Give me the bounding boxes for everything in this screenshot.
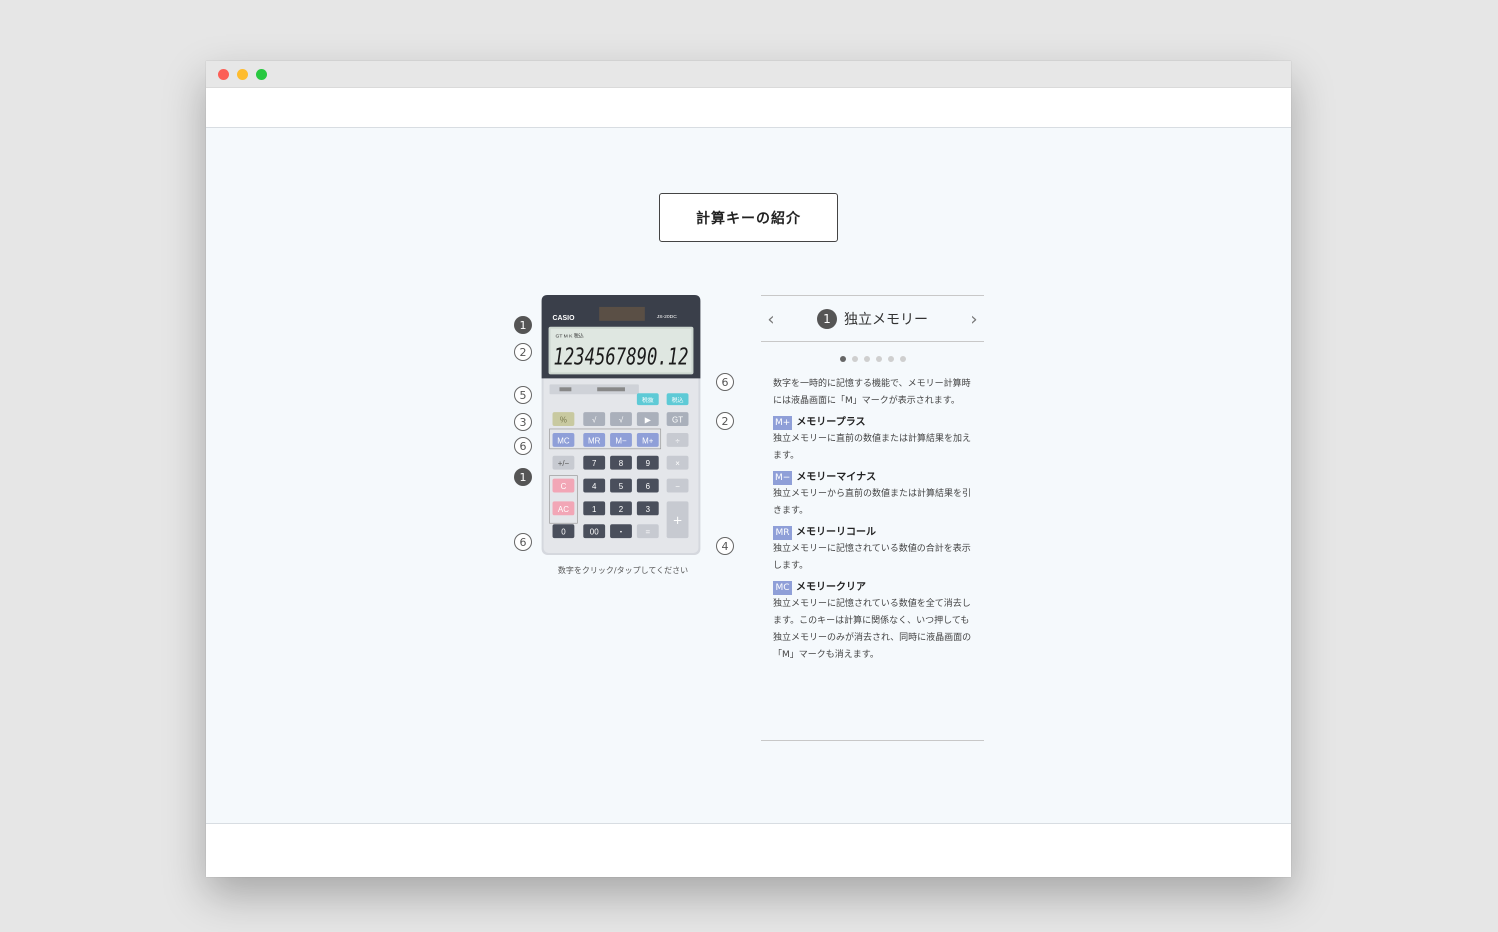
- display-indicators: GT M K 税込: [556, 333, 584, 340]
- entry-heading: M− メモリーマイナス: [773, 469, 972, 486]
- key-label-eight: 8: [619, 459, 624, 468]
- page-dot-6[interactable]: [899, 356, 906, 362]
- key-label-gt: GT: [672, 416, 683, 425]
- entry-title: メモリークリア: [796, 582, 866, 593]
- calculator-illustration: CASIO JS-20DC GT M K 税込 1234567890.12 % √…: [541, 295, 701, 555]
- key-label-nine: 9: [646, 459, 651, 468]
- key-label-sqrt: √: [619, 416, 624, 425]
- entry-key-tag: M−: [773, 470, 793, 485]
- key-label-allclear: AC: [558, 505, 569, 514]
- callout-6-clear[interactable]: 6: [514, 533, 532, 551]
- key-label-mr: MR: [588, 436, 601, 445]
- key-label-doublezero: 00: [590, 528, 599, 537]
- key-label-sqrt: √: [592, 416, 597, 425]
- key-label-mplus: M+: [642, 436, 654, 445]
- section-number-badge: 1: [817, 308, 837, 329]
- key-label-minus: −: [675, 482, 680, 491]
- page-header: [206, 88, 1291, 128]
- entry-title: メモリープラス: [796, 417, 866, 428]
- page-dot-3[interactable]: [863, 356, 870, 362]
- calculator-brand: CASIO: [553, 315, 576, 322]
- key-label-mminus: M−: [615, 436, 627, 445]
- entry-text: 独立メモリーに記憶されている数値の合計を表示します。: [773, 544, 971, 571]
- key-label-one: 1: [592, 505, 597, 514]
- callout-1-memory[interactable]: 1: [514, 316, 532, 334]
- key-label-tax_out: 税抜: [642, 396, 654, 404]
- key-label-sign: +/−: [558, 459, 570, 468]
- minimize-window-button[interactable]: [237, 68, 248, 80]
- key-label-percent: %: [560, 416, 567, 425]
- chevron-right-icon[interactable]: ›: [964, 308, 984, 330]
- key-label-zero: 0: [561, 528, 566, 537]
- key-label-clear: C: [561, 482, 567, 491]
- entry-title: メモリーマイナス: [796, 472, 877, 483]
- key-label-divide: ÷: [675, 436, 680, 445]
- callout-6-memory-keys[interactable]: 6: [514, 437, 532, 455]
- description-panel: ‹ 1 独立メモリー › 数字を一時的に記憶する機能で、メモリー計算時には液晶画…: [761, 295, 984, 741]
- panel-header: ‹ 1 独立メモリー ›: [761, 296, 984, 342]
- callout-2-gt[interactable]: 2: [716, 412, 734, 430]
- entry-key-tag: MR: [773, 525, 792, 540]
- zoom-window-button[interactable]: [256, 68, 267, 80]
- key-label-two: 2: [619, 505, 623, 514]
- page-dot-4[interactable]: [875, 356, 882, 362]
- section-title-button[interactable]: 計算キーの紹介: [659, 193, 838, 242]
- key-label-six: 6: [646, 482, 651, 491]
- key-label-three: 3: [646, 505, 651, 514]
- calculator-hint: 数字をクリック/タップしてください: [557, 566, 689, 575]
- key-label-equals: =: [645, 528, 650, 537]
- entry-item: M+ メモリープラス独立メモリーに直前の数値または計算結果を加えます。: [773, 414, 972, 465]
- key-label-four: 4: [592, 482, 597, 491]
- key-label-dot: ・: [617, 528, 625, 537]
- chevron-left-icon[interactable]: ‹: [761, 308, 781, 330]
- callout-4-doublezero[interactable]: 4: [716, 537, 734, 555]
- entry-item: MR メモリーリコール独立メモリーに記憶されている数値の合計を表示します。: [773, 524, 972, 575]
- title-bar: [206, 61, 1291, 88]
- key-label-times: ×: [675, 459, 680, 468]
- entry-heading: M+ メモリープラス: [773, 414, 972, 431]
- entry-heading: MR メモリーリコール: [773, 524, 972, 541]
- page-dot-1[interactable]: [839, 356, 846, 362]
- page-dot-5[interactable]: [887, 356, 894, 362]
- intro-text: 数字を一時的に記憶する機能で、メモリー計算時には液晶画面に「M」マークが表示され…: [773, 379, 971, 406]
- entry-text: 独立メモリーに記憶されている数値を全て消去します。このキーは計算に関係なく、いつ…: [773, 599, 972, 660]
- calculator-model: JS-20DC: [657, 314, 678, 320]
- callout-6-tax-keys[interactable]: 6: [716, 373, 734, 391]
- display-digits: 1234567890.12: [554, 344, 689, 370]
- browser-window: 計算キーの紹介 CASIO JS-20DC GT M K 税込 12345678…: [206, 61, 1291, 877]
- key-label-tax_in: 税込: [672, 396, 684, 404]
- close-window-button[interactable]: [218, 68, 229, 80]
- callout-5-functions[interactable]: 5: [514, 386, 532, 404]
- page-footer: [206, 824, 1291, 877]
- entry-key-tag: MC: [773, 580, 792, 595]
- callout-3-rate[interactable]: 3: [514, 413, 532, 431]
- callout-2-tax[interactable]: 2: [514, 343, 532, 361]
- key-label-seven: 7: [592, 459, 596, 468]
- callout-1-sign[interactable]: 1: [514, 468, 532, 486]
- entry-title: メモリーリコール: [796, 527, 876, 538]
- entry-list: M+ メモリープラス 独立メモリーに直前の数値または計算結果を加えます。 M− メモリー…: [773, 414, 972, 664]
- entry-heading: MC メモリークリア: [773, 579, 972, 596]
- key-label-mc: MC: [557, 436, 570, 445]
- entry-item: M− メモリーマイナス独立メモリーから直前の数値または計算結果を引きます。: [773, 469, 972, 520]
- section-title: 独立メモリー: [844, 311, 928, 328]
- key-label-right: ▶: [645, 416, 652, 425]
- entry-item: MC メモリークリア独立メモリーに記憶されている数値を全て消去します。このキーは計…: [773, 579, 972, 664]
- panel-body: 数字を一時的に記憶する機能で、メモリー計算時には液晶画面に「M」マークが表示され…: [761, 362, 984, 664]
- calculator-area: CASIO JS-20DC GT M K 税込 1234567890.12 % √…: [506, 293, 746, 593]
- key-label-plus: +: [673, 513, 683, 527]
- entry-text: 独立メモリーに直前の数値または計算結果を加えます。: [773, 434, 972, 461]
- main-content: 計算キーの紹介 CASIO JS-20DC GT M K 税込 12345678…: [206, 128, 1291, 824]
- key-label-five: 5: [619, 482, 624, 491]
- entry-key-tag: M+: [773, 415, 793, 430]
- entry-text: 独立メモリーから直前の数値または計算結果を引きます。: [773, 489, 972, 516]
- page-dot-2[interactable]: [851, 356, 858, 362]
